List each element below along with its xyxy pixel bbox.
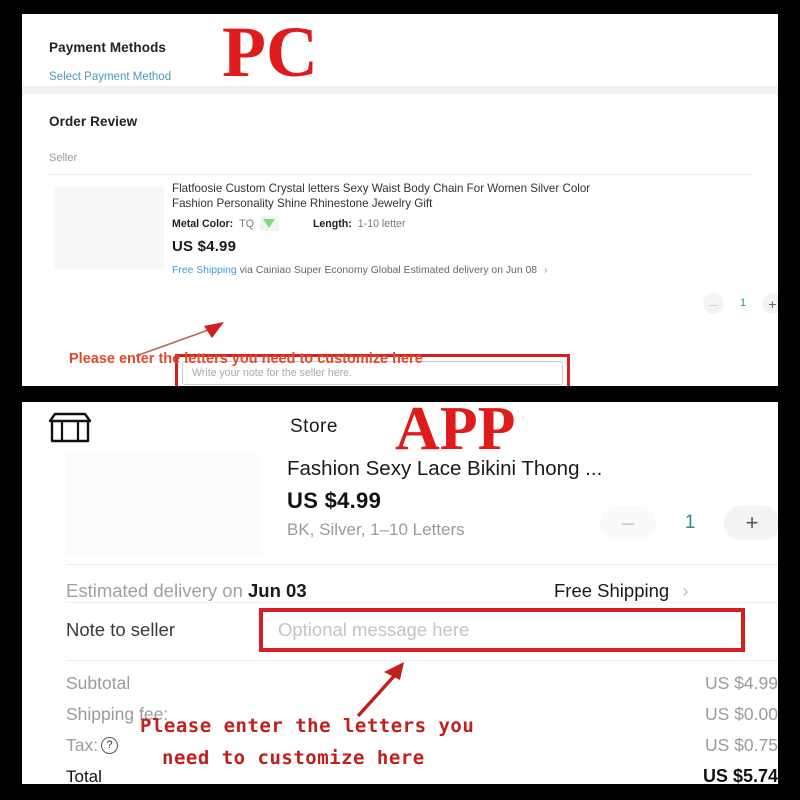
quantity-stepper[interactable]: – 1 + <box>600 506 778 542</box>
summary-row-subtotal: Subtotal US $4.99 <box>66 668 778 699</box>
estimated-delivery: Estimated delivery on Jun 03 <box>66 580 307 602</box>
metal-color-label: Metal Color: <box>172 217 234 230</box>
quantity-value: 1 <box>739 297 747 309</box>
annotation-text-pc: Please enter the letters you need to cus… <box>69 351 423 367</box>
quantity-decrease-button[interactable]: – <box>600 506 656 540</box>
free-shipping-label: Free Shipping <box>554 580 670 601</box>
seller-label: Seller <box>49 152 78 164</box>
shipping-line[interactable]: Free Shipping via Cainiao Super Economy … <box>172 265 547 276</box>
product-thumbnail[interactable] <box>54 186 164 270</box>
note-to-seller-placeholder: Optional message here <box>278 619 470 640</box>
store-label: Store <box>290 416 338 437</box>
quantity-stepper[interactable]: – 1 + <box>703 293 778 315</box>
payment-methods-card: Payment Methods Select Payment Method <box>22 14 778 86</box>
delivery-date: Jun 03 <box>248 580 307 601</box>
quantity-increase-button[interactable]: + <box>724 506 778 540</box>
length-label: Length: <box>312 217 352 230</box>
sku-swatch-icon <box>259 216 279 231</box>
product-title[interactable]: Fashion Sexy Lace Bikini Thong ... <box>287 457 777 481</box>
screenshot-root: Payment Methods Select Payment Method Or… <box>0 0 800 800</box>
metal-color-value: TQ <box>239 217 254 230</box>
annotation-line-2: need to customize here <box>162 747 425 769</box>
product-price: US $4.99 <box>172 238 237 255</box>
divider <box>66 660 778 661</box>
length-value: 1-10 letter <box>357 217 406 230</box>
payment-methods-title: Payment Methods <box>49 40 167 55</box>
product-thumbnail[interactable] <box>66 454 260 555</box>
product-title[interactable]: Flatfoosie Custom Crystal letters Sexy W… <box>172 181 592 211</box>
shipping-via: via Cainiao Super Economy Global <box>239 265 401 276</box>
pc-panel: Payment Methods Select Payment Method Or… <box>22 14 778 386</box>
chevron-right-icon: › <box>543 265 548 276</box>
store-icon <box>48 412 92 443</box>
divider <box>66 602 778 603</box>
divider <box>49 174 751 175</box>
divider <box>66 564 778 565</box>
product-variant[interactable]: BK, Silver, 1–10 Letters <box>287 520 465 540</box>
order-review-title: Order Review <box>49 114 138 129</box>
delivery-prefix: Estimated delivery on <box>66 580 243 601</box>
product-price: US $4.99 <box>287 488 382 513</box>
annotation-line-1: Please enter the letters you <box>140 715 475 737</box>
chevron-right-icon: › <box>682 580 689 601</box>
quantity-value: 1 <box>684 512 696 533</box>
overlay-label-app: APP <box>395 395 516 463</box>
product-attributes: Metal Color: TQ Length: 1-10 letter <box>172 216 405 231</box>
summary-value: US $4.99 <box>705 673 778 693</box>
tax-left-group: Tax: ? <box>66 735 119 756</box>
summary-label: Total <box>66 766 102 785</box>
summary-label: Subtotal <box>66 673 131 693</box>
note-to-seller-label: Note to seller <box>66 619 175 640</box>
quantity-decrease-button[interactable]: – <box>703 293 724 314</box>
overlay-label-pc: PC <box>222 12 318 92</box>
free-shipping-link[interactable]: Free Shipping › <box>554 580 689 602</box>
free-shipping-label: Free Shipping <box>172 265 237 276</box>
quantity-increase-button[interactable]: + <box>762 293 778 314</box>
select-payment-method-link[interactable]: Select Payment Method <box>49 71 171 83</box>
help-question-icon[interactable]: ? <box>101 737 119 754</box>
annotation-text-app: Please enter the letters you need to cus… <box>140 710 740 774</box>
estimated-delivery: Estimated delivery on Jun 08 <box>403 265 538 276</box>
summary-label: Tax: <box>66 735 99 755</box>
